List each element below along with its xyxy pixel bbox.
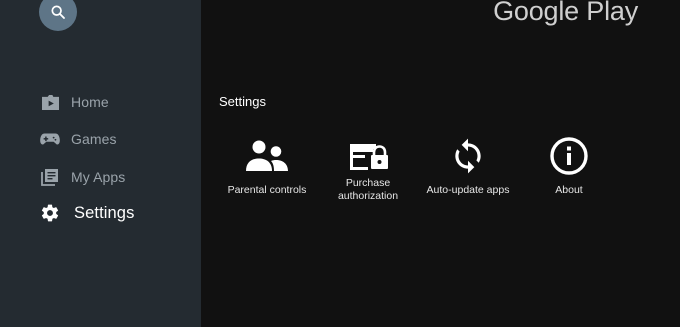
tile-label: Parental controls: [227, 183, 307, 196]
sidebar-item-label: Settings: [74, 203, 135, 222]
card-lock-icon: [350, 144, 388, 170]
tile-auto-update-apps[interactable]: Auto-update apps: [413, 136, 523, 204]
tile-purchase-authorization[interactable]: Purchase authorization: [313, 136, 423, 204]
sidebar-item-games[interactable]: Games: [40, 129, 117, 149]
apps-library-icon: [40, 167, 60, 187]
sidebar-item-label: Home: [71, 94, 109, 110]
sync-icon: [455, 138, 481, 174]
sidebar-item-my-apps[interactable]: My Apps: [40, 167, 125, 187]
app-root: Home Games My Apps Settings Google Play …: [0, 0, 680, 327]
search-button[interactable]: [39, 0, 77, 31]
people-icon: [246, 140, 288, 171]
gamepad-icon: [40, 129, 60, 149]
sidebar-item-home[interactable]: Home: [40, 92, 109, 112]
play-folder-icon: [40, 92, 60, 112]
tile-label: Purchase authorization: [337, 177, 399, 202]
tile-about[interactable]: About: [514, 136, 624, 204]
gear-icon: [40, 203, 60, 223]
tile-label: About: [555, 183, 583, 196]
tile-parental-controls[interactable]: Parental controls: [212, 136, 322, 204]
google-play-logo: Google Play: [493, 0, 638, 26]
info-icon: [550, 137, 588, 175]
sidebar-item-label: Games: [71, 131, 117, 147]
sidebar-item-settings[interactable]: Settings: [40, 203, 134, 223]
sidebar: Home Games My Apps Settings: [0, 0, 201, 327]
tile-label: Auto-update apps: [426, 183, 510, 196]
section-title: Settings: [219, 94, 266, 109]
search-icon: [51, 5, 65, 19]
sidebar-item-label: My Apps: [71, 169, 126, 185]
